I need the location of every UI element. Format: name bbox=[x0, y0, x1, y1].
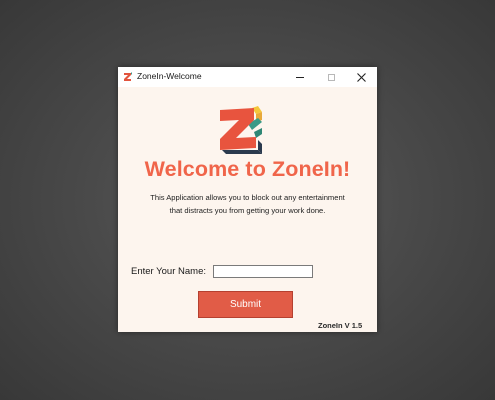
description-line-1: This Application allows you to block out… bbox=[150, 193, 345, 202]
name-input[interactable] bbox=[213, 265, 313, 278]
minimize-button[interactable] bbox=[285, 67, 315, 87]
description-line-2: that distracts you from getting your wor… bbox=[169, 206, 326, 215]
zonein-logo-icon bbox=[220, 106, 262, 154]
close-button[interactable] bbox=[346, 67, 376, 87]
window-title: ZoneIn-Welcome bbox=[137, 71, 202, 81]
minimize-icon bbox=[296, 77, 304, 78]
app-window: ZoneIn-Welcome Welcome to ZoneIn! This A… bbox=[118, 67, 377, 332]
welcome-heading: Welcome to ZoneIn! bbox=[144, 157, 351, 181]
app-description: This Application allows you to block out… bbox=[118, 191, 377, 217]
version-label: ZoneIn V 1.5 bbox=[318, 321, 363, 330]
close-icon bbox=[356, 72, 366, 82]
submit-button[interactable]: Submit bbox=[198, 291, 293, 318]
app-icon bbox=[124, 72, 132, 81]
maximize-icon bbox=[327, 73, 335, 81]
title-bar[interactable]: ZoneIn-Welcome bbox=[118, 67, 377, 87]
name-label: Enter Your Name: bbox=[131, 266, 206, 277]
maximize-button[interactable] bbox=[316, 67, 346, 87]
